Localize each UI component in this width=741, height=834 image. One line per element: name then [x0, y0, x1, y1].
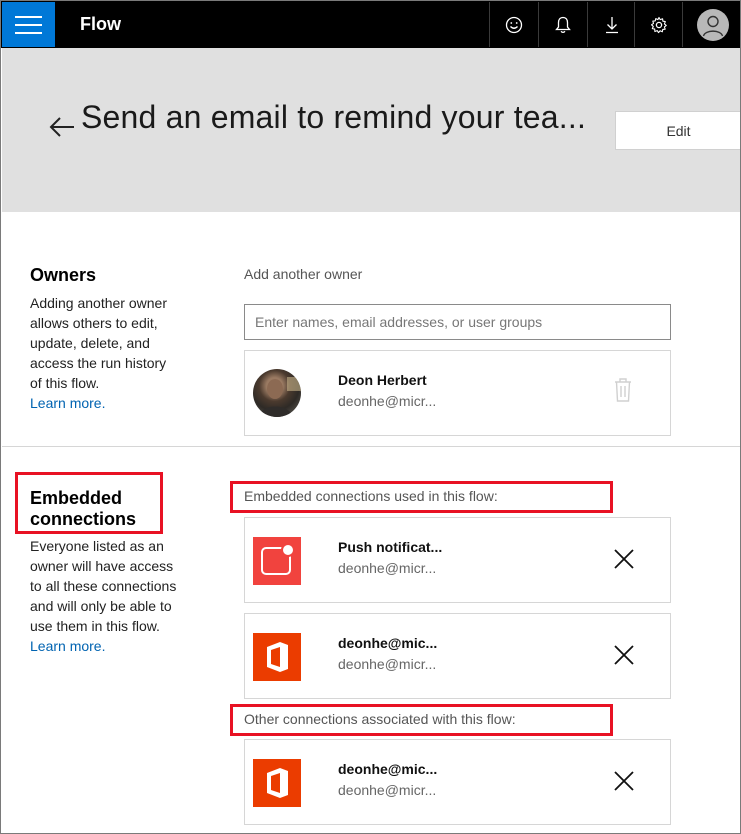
- settings-button[interactable]: [634, 2, 683, 47]
- embedded-learn-more-link[interactable]: Learn more.: [30, 638, 105, 654]
- embedded-connections-heading: Embedded connections: [30, 488, 137, 529]
- top-bar: Flow: [1, 1, 740, 48]
- menu-button[interactable]: [2, 2, 55, 47]
- remove-connection-icon[interactable]: [613, 644, 635, 666]
- user-avatar-icon: [696, 8, 729, 41]
- download-icon: [606, 16, 618, 33]
- remove-connection-icon[interactable]: [613, 548, 635, 570]
- smiley-icon: [505, 16, 523, 33]
- download-button[interactable]: [587, 2, 636, 47]
- account-button[interactable]: [682, 2, 740, 47]
- app-title: Flow: [80, 14, 121, 34]
- push-notification-icon: [253, 537, 301, 585]
- notifications-button[interactable]: [538, 2, 587, 47]
- edit-button[interactable]: Edit: [615, 111, 740, 150]
- connection-email: deonhe@micr...: [338, 782, 437, 798]
- connection-name: deonhe@mic...: [338, 761, 438, 777]
- back-arrow-icon[interactable]: [49, 115, 75, 139]
- owner-search-input[interactable]: [244, 304, 671, 340]
- office-icon: [253, 633, 301, 681]
- connection-email: deonhe@micr...: [338, 656, 437, 672]
- other-connections-label: Other connections associated with this f…: [244, 711, 516, 727]
- connection-card: deonhe@mic... deonhe@micr...: [244, 613, 671, 699]
- office-icon: [253, 759, 301, 807]
- owners-learn-more-link[interactable]: Learn more.: [30, 395, 105, 411]
- page-title: Send an email to remind your tea...: [81, 99, 587, 135]
- bell-icon: [555, 16, 571, 33]
- gear-icon: [650, 16, 667, 33]
- connection-name: deonhe@mic...: [338, 635, 438, 651]
- embedded-used-label: Embedded connections used in this flow:: [244, 488, 498, 504]
- app-window: Flow Send an email to remind your tea...…: [0, 0, 741, 834]
- remove-connection-icon[interactable]: [613, 770, 635, 792]
- section-divider: [2, 446, 740, 447]
- embedded-description: Everyone listed as an owner will have ac…: [30, 538, 177, 654]
- owners-description: Adding another owner allows others to ed…: [30, 295, 167, 411]
- connection-name: Push notificat...: [338, 539, 443, 555]
- owner-email: deonhe@micr...: [338, 393, 437, 409]
- owner-name: Deon Herbert: [338, 372, 427, 388]
- connection-email: deonhe@micr...: [338, 560, 437, 576]
- add-owner-label: Add another owner: [244, 266, 363, 282]
- owner-avatar: [253, 369, 301, 417]
- connection-card: Push notificat... deonhe@micr...: [244, 517, 671, 603]
- owner-card: Deon Herbert deonhe@micr...: [244, 350, 671, 436]
- delete-owner-icon[interactable]: [613, 377, 633, 403]
- feedback-button[interactable]: [489, 2, 538, 47]
- connection-card: deonhe@mic... deonhe@micr...: [244, 739, 671, 825]
- menu-icon: [15, 15, 42, 18]
- owners-heading: Owners: [30, 265, 97, 285]
